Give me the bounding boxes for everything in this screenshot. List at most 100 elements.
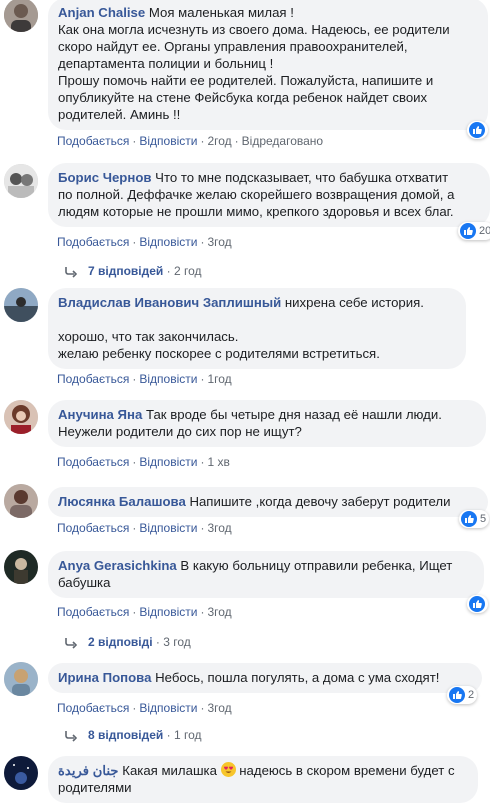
avatar[interactable] (4, 164, 38, 198)
comment-text-line: по полной. Деффачке желаю скорейшего воз… (58, 187, 455, 202)
comment-text-line: скоро найдут ее. Органы управления право… (58, 39, 408, 54)
edited-label: Відредаговано (241, 134, 324, 148)
like-link[interactable]: Подобається (57, 521, 129, 535)
timestamp[interactable]: 3год (207, 701, 231, 715)
like-link[interactable]: Подобається (57, 235, 129, 249)
comment-bubble: Борис Чернов Что то мне подсказывает, чт… (48, 163, 490, 227)
reaction-badge[interactable] (467, 595, 488, 613)
comment-author[interactable]: جنان فريدة (58, 763, 119, 778)
like-icon (469, 596, 485, 612)
comment-text-line: Небось, пошла погулять, а дома с ума схо… (155, 670, 440, 685)
reaction-badge[interactable]: 20 (458, 222, 490, 240)
view-replies[interactable]: 2 відповіді · 3 год (64, 634, 191, 650)
comment-author[interactable]: Анучина Яна (58, 407, 142, 422)
avatar[interactable] (4, 0, 38, 32)
avatar[interactable] (4, 484, 38, 518)
comment-text-line: Напишите ,когда девочу заберут родители (189, 494, 451, 509)
timestamp[interactable]: 1год (207, 372, 231, 386)
timestamp[interactable]: 1 хв (207, 455, 229, 469)
comment-actions: Подобається · Відповісти · 1 хв (57, 455, 230, 469)
comment-text-line: Неужели родители до сих пор не ищут? (58, 424, 302, 439)
comment-bubble: Ирина Попова Небось, пошла погулять, а д… (48, 663, 482, 693)
comment-actions: Подобається · Відповісти · 3год (57, 605, 232, 619)
comment-text-line: В какую больницу отправили ребенка, Ищет (180, 558, 453, 573)
replies-time: 3 год (163, 635, 191, 649)
reply-link[interactable]: Відповісти (139, 455, 197, 469)
comment-4: Анучина Яна Так вроде бы четыре дня наза… (0, 400, 490, 480)
replies-count-link[interactable]: 8 відповідей (88, 728, 163, 742)
comment-bubble: Anjan Chalise Моя маленькая милая ! Как … (48, 0, 488, 130)
comment-actions: Подобається · Відповісти · 3год (57, 521, 232, 535)
reaction-badge[interactable]: 2 (447, 686, 478, 704)
reply-link[interactable]: Відповісти (139, 235, 197, 249)
reaction-badge[interactable] (467, 121, 488, 139)
reply-link[interactable]: Відповісти (139, 134, 197, 148)
timestamp[interactable]: 3год (207, 235, 231, 249)
like-link[interactable]: Подобається (57, 455, 129, 469)
avatar[interactable] (4, 288, 38, 322)
view-replies[interactable]: 7 відповідей · 2 год (64, 263, 202, 279)
avatar[interactable] (4, 400, 38, 434)
comment-text-line: департамента полиции и больниц ! (58, 56, 274, 71)
reaction-count: 20 (479, 225, 490, 237)
comment-actions: Подобається · Відповісти · 3год (57, 235, 232, 249)
comment-author[interactable]: Борис Чернов (58, 170, 151, 185)
reply-link[interactable]: Відповісти (139, 521, 197, 535)
reaction-count: 5 (480, 513, 487, 525)
comment-author[interactable]: Anya Gerasichkina (58, 558, 177, 573)
comment-text-line (58, 312, 62, 327)
comment-author[interactable]: Ирина Попова (58, 670, 151, 685)
reaction-badge[interactable]: 5 (459, 510, 490, 528)
comment-2: Борис Чернов Что то мне подсказывает, чт… (0, 160, 490, 280)
avatar[interactable] (4, 662, 38, 696)
comment-actions: Подобається · Відповісти · 2год · Відредагован… (57, 134, 324, 148)
like-icon (460, 223, 476, 239)
like-icon (469, 122, 485, 138)
reaction-count: 2 (468, 689, 475, 701)
comment-actions: Подобається · Відповісти · 1год (57, 372, 232, 386)
replies-count-link[interactable]: 2 відповіді (88, 635, 153, 649)
comment-5: Люсянка Балашова Напишите ,когда девочу … (0, 484, 490, 544)
timestamp[interactable]: 2год (207, 134, 231, 148)
timestamp[interactable]: 3год (207, 605, 231, 619)
replies-time: 1 год (173, 728, 202, 742)
reply-arrow-icon (65, 730, 78, 742)
like-link[interactable]: Подобається (57, 134, 129, 148)
reply-link[interactable]: Відповісти (139, 605, 197, 619)
comment-text: надеюсь в скором времени будет с (239, 763, 455, 778)
comment-text-line: желаю ребенку поскорее с родителями встр… (58, 346, 380, 361)
comment-text-line: опубликуйте на стене Фейсбука когда ребе… (58, 90, 428, 105)
comment-7: Ирина Попова Небось, пошла погулять, а д… (0, 660, 490, 755)
like-link[interactable]: Подобається (57, 372, 129, 386)
view-replies[interactable]: 8 відповідей · 1 год (64, 727, 202, 743)
like-icon (449, 687, 465, 703)
comment-author[interactable]: Владислав Иванович Заплишный (58, 295, 281, 310)
reply-arrow-icon (65, 637, 78, 649)
comment-bubble: Люсянка Балашова Напишите ,когда девочу … (48, 487, 488, 517)
comment-bubble: Анучина Яна Так вроде бы четыре дня наза… (48, 400, 486, 447)
comment-text-line: Как она могла исчезнуть из своего дома. … (58, 22, 450, 37)
avatar[interactable] (4, 756, 38, 790)
reply-link[interactable]: Відповісти (139, 701, 197, 715)
comment-author[interactable]: Люсянка Балашова (58, 494, 186, 509)
comment-8: جنان فريدة Какая милашка надеюсь в скоро… (0, 756, 490, 803)
comment-author[interactable]: Anjan Chalise (58, 5, 145, 20)
like-link[interactable]: Подобається (57, 605, 129, 619)
comment-text-line: Так вроде бы четыре дня назад её нашли л… (146, 407, 442, 422)
comment-text-line: родителями (58, 780, 132, 795)
comment-text-line: Прошу помочь найти ее родителей. Пожалуй… (58, 73, 434, 88)
timestamp[interactable]: 3год (207, 521, 231, 535)
comment-1: Anjan Chalise Моя маленькая милая ! Как … (0, 0, 490, 160)
like-link[interactable]: Подобається (57, 701, 129, 715)
comment-bubble: Владислав Иванович Заплишный нихрена себ… (48, 288, 466, 369)
avatar[interactable] (4, 550, 38, 584)
comment-text: Какая милашка (122, 763, 217, 778)
comment-bubble: جنان فريدة Какая милашка надеюсь в скоро… (48, 756, 478, 803)
like-icon (461, 511, 477, 527)
reply-arrow-icon (65, 266, 78, 278)
reply-link[interactable]: Відповісти (139, 372, 197, 386)
comment-bubble: Anya Gerasichkina В какую больницу отпра… (48, 551, 484, 598)
replies-count-link[interactable]: 7 відповідей (88, 264, 163, 278)
comment-text-line: хорошо, что так закончилась. (58, 329, 239, 344)
comment-text-line: бабушка (58, 575, 111, 590)
